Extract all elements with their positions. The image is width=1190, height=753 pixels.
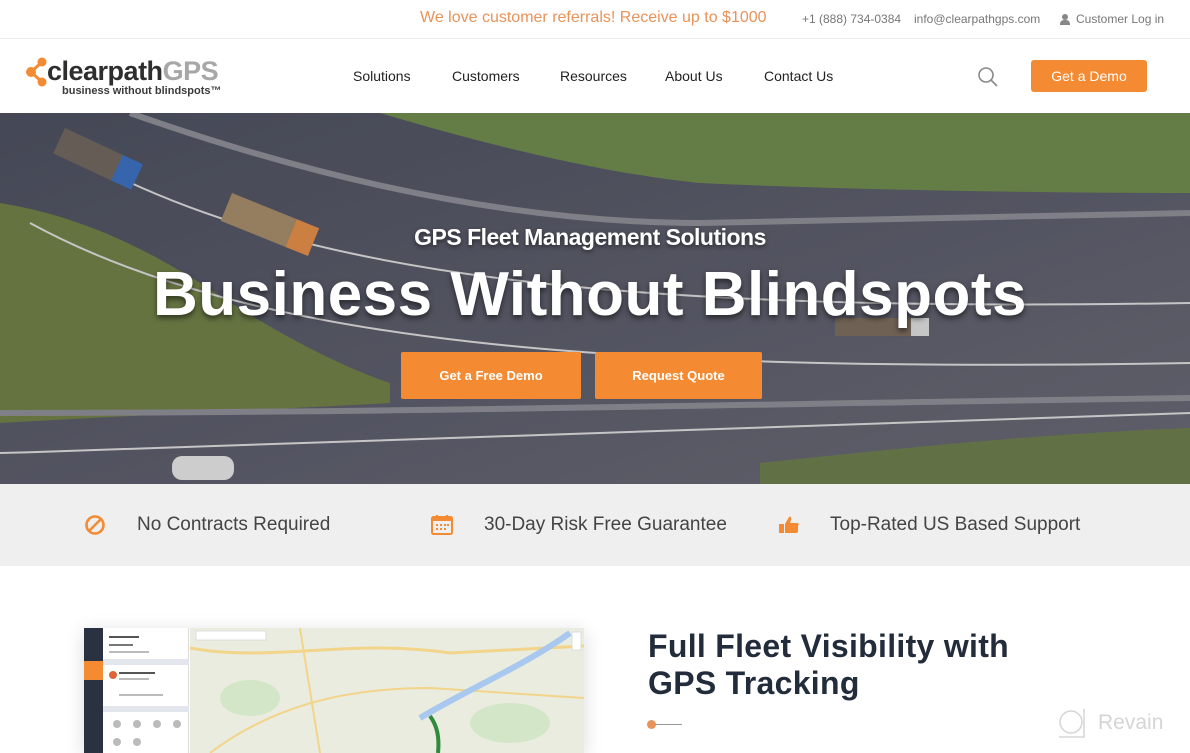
app-active-nav-item xyxy=(84,661,103,680)
feature-no-contracts: No Contracts Required xyxy=(84,484,330,566)
search-icon[interactable] xyxy=(977,66,999,88)
feature-risk-free: 30-Day Risk Free Guarantee xyxy=(431,484,727,566)
main-header: clearpathGPS business without blindspots… xyxy=(0,40,1190,113)
thumbs-up-icon xyxy=(778,514,800,536)
nav-contact-us[interactable]: Contact Us xyxy=(764,68,833,84)
watermark-text: Revain xyxy=(1098,711,1164,734)
top-bar: We love customer referrals! Receive up t… xyxy=(0,0,1190,39)
product-section: Full Fleet Visibility with GPS Tracking xyxy=(0,566,1190,753)
feature-support: Top-Rated US Based Support xyxy=(778,484,1080,566)
section-title-line2: GPS Tracking xyxy=(648,665,860,701)
logo-wordmark: clearpathGPS xyxy=(47,56,219,86)
divider-line xyxy=(655,724,682,725)
feature-label: No Contracts Required xyxy=(137,514,331,535)
referral-promo-link[interactable]: We love customer referrals! Receive up t… xyxy=(420,9,767,27)
app-map-view xyxy=(190,628,584,753)
email-link[interactable]: info@clearpathgps.com xyxy=(914,12,1040,26)
fleet-app-screenshot xyxy=(84,628,584,753)
nav-solutions[interactable]: Solutions xyxy=(353,68,411,84)
calendar-icon xyxy=(431,514,453,536)
app-sidebar-rail xyxy=(84,628,103,753)
logo-tagline: business without blindspots™ xyxy=(62,85,222,97)
get-demo-button[interactable]: Get a Demo xyxy=(1031,60,1147,92)
nav-customers[interactable]: Customers xyxy=(452,68,520,84)
revain-watermark: Revain xyxy=(1056,707,1163,739)
section-title-line1: Full Fleet Visibility with xyxy=(648,628,1010,664)
app-vehicle-panel xyxy=(103,628,189,753)
customer-login-label: Customer Log in xyxy=(1076,12,1165,26)
hero-banner: GPS Fleet Management Solutions Business … xyxy=(0,113,1190,484)
customer-login-link[interactable]: Customer Log in xyxy=(1060,12,1164,26)
no-contract-icon xyxy=(84,514,106,536)
nav-resources[interactable]: Resources xyxy=(560,68,627,84)
request-quote-button[interactable]: Request Quote xyxy=(595,352,762,399)
user-icon xyxy=(1060,13,1070,25)
section-title: Full Fleet Visibility with GPS Tracking xyxy=(648,628,1009,702)
features-strip: No Contracts Required 30-Day Risk Free G… xyxy=(0,484,1190,566)
hero-headline: Business Without Blindspots xyxy=(152,260,1028,329)
nav-about-us[interactable]: About Us xyxy=(665,68,723,84)
get-free-demo-button[interactable]: Get a Free Demo xyxy=(401,352,581,399)
feature-label: 30-Day Risk Free Guarantee xyxy=(484,514,727,535)
logo-name-accent: GPS xyxy=(162,56,219,86)
clearpath-logo[interactable]: clearpathGPS business without blindspots… xyxy=(26,54,226,100)
revain-logo-icon xyxy=(1059,709,1085,738)
feature-label: Top-Rated US Based Support xyxy=(830,514,1081,535)
logo-name-main: clearpath xyxy=(47,56,163,86)
hero-eyebrow: GPS Fleet Management Solutions xyxy=(414,224,766,250)
phone-link[interactable]: +1 (888) 734-0384 xyxy=(802,12,901,26)
